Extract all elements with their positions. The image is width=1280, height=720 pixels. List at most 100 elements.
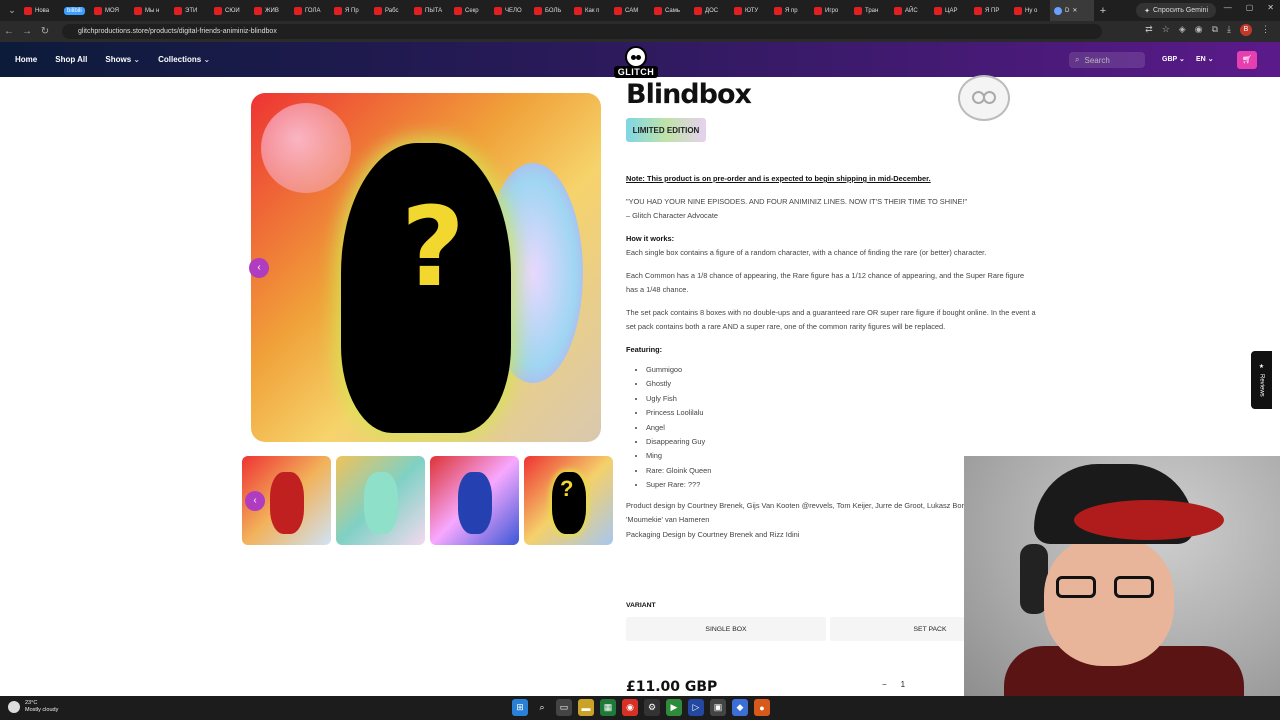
chrome-icon[interactable]: ◉ xyxy=(1195,24,1203,36)
browser-tab[interactable]: ЖИВ xyxy=(250,0,290,21)
browser-tab[interactable]: ЦАР xyxy=(930,0,970,21)
tab-favicon xyxy=(254,6,262,15)
download-icon[interactable]: ⤓ xyxy=(1227,24,1231,36)
image-prev-arrow[interactable]: ‹ xyxy=(249,258,269,278)
browser-tab[interactable]: Мы н xyxy=(130,0,170,21)
browser-tab[interactable]: Тран xyxy=(850,0,890,21)
chrome-taskbar-icon[interactable]: ◉ xyxy=(622,699,638,716)
weather-description: Mostly cloudy xyxy=(25,707,59,713)
tab-label: ЖИВ xyxy=(265,7,279,14)
currency-selector[interactable]: GBP ⌄ xyxy=(1162,55,1185,63)
browser-tab[interactable]: Самь xyxy=(650,0,690,21)
browser-tab[interactable]: bilibili xyxy=(60,0,90,21)
browser-tab[interactable]: ДОС xyxy=(690,0,730,21)
app-k-icon[interactable]: ▶ xyxy=(666,699,682,716)
browser-tab[interactable]: Я ПР xyxy=(970,0,1010,21)
quantity-value[interactable]: 1 xyxy=(901,680,905,689)
new-tab-icon[interactable]: + xyxy=(1094,5,1112,17)
tab-label: Мы н xyxy=(145,7,160,14)
browser-tab[interactable]: Ну о xyxy=(1010,0,1050,21)
tab-favicon xyxy=(894,6,902,15)
maximize-icon[interactable]: ▢ xyxy=(1246,3,1254,12)
browser-menu-icon[interactable]: ⋮ xyxy=(1261,24,1270,36)
browser-tab[interactable]: АЙС xyxy=(890,0,930,21)
browser-tab[interactable]: Рабс xyxy=(370,0,410,21)
file-explorer-icon[interactable]: ▬ xyxy=(578,699,594,716)
browser-tab[interactable]: СЮИ xyxy=(210,0,250,21)
gemini-icon: ✦ xyxy=(1144,7,1150,15)
browser-tab[interactable]: ЮТУ xyxy=(730,0,770,21)
spreadsheet-icon[interactable]: ▦ xyxy=(600,699,616,716)
app-d-icon[interactable]: ▷ xyxy=(688,699,704,716)
language-label: EN xyxy=(1196,56,1206,63)
nav-home[interactable]: Home xyxy=(15,55,37,64)
browser-tab[interactable]: Игро xyxy=(810,0,850,21)
tab-label: Тран xyxy=(865,7,879,14)
browser-tab[interactable]: ЭТИ xyxy=(170,0,210,21)
extensions-puzzle-icon[interactable]: ⧉ xyxy=(1212,24,1218,36)
close-window-icon[interactable]: ✕ xyxy=(1267,3,1274,12)
tab-favicon xyxy=(134,6,142,15)
list-item: Angel xyxy=(646,421,1036,435)
browser-tab[interactable]: Секр xyxy=(450,0,490,21)
weather-widget[interactable]: 23°C Mostly cloudy xyxy=(8,700,58,714)
browser-tab-active[interactable]: D ✕ xyxy=(1050,0,1094,21)
browser-tab[interactable]: Я Пр xyxy=(330,0,370,21)
tab-favicon xyxy=(654,6,662,15)
back-icon[interactable]: ← xyxy=(0,26,18,37)
app-orange-icon[interactable]: ● xyxy=(754,699,770,716)
address-bar-row: ← → ↻ glitchproductions.store/products/d… xyxy=(0,21,1280,42)
quantity-decrease-button[interactable]: − xyxy=(882,680,887,689)
nav-shows[interactable]: Shows xyxy=(105,55,140,64)
thumbnail-figure xyxy=(270,472,304,534)
browser-tab[interactable]: Как п xyxy=(570,0,610,21)
browser-tab[interactable]: Я пр xyxy=(770,0,810,21)
forward-icon[interactable]: → xyxy=(18,26,36,37)
chevron-down-icon: ⌄ xyxy=(1207,56,1214,63)
task-view-icon[interactable]: ▭ xyxy=(556,699,572,716)
thumbnail[interactable] xyxy=(336,456,425,545)
tab-menu-icon[interactable]: ⌄ xyxy=(4,5,20,16)
app-blue-icon[interactable]: ◆ xyxy=(732,699,748,716)
variant-single-box-button[interactable]: SINGLE BOX xyxy=(626,617,826,641)
cart-button[interactable]: 🛒︎ xyxy=(1237,51,1257,69)
tab-label: ЧЕЛО xyxy=(505,7,522,14)
bookmark-star-icon[interactable]: ☆ xyxy=(1162,24,1170,36)
minimize-icon[interactable]: — xyxy=(1224,3,1232,12)
thumbnail[interactable]: ? xyxy=(524,456,613,545)
list-item: Ugly Fish xyxy=(646,392,1036,406)
browser-tab[interactable]: ГОЛА xyxy=(290,0,330,21)
browser-tab[interactable]: БОЛЬ xyxy=(530,0,570,21)
url-field[interactable]: glitchproductions.store/products/digital… xyxy=(62,24,1102,39)
reviews-tab[interactable]: ★ Reviews xyxy=(1251,351,1272,409)
start-icon[interactable]: ⊞ xyxy=(512,699,528,716)
tab-label: Нова xyxy=(35,7,50,14)
tab-label: БОЛЬ xyxy=(545,7,562,14)
thumbnail[interactable] xyxy=(430,456,519,545)
language-selector[interactable]: EN ⌄ xyxy=(1196,55,1214,63)
translate-icon[interactable]: ⇄ xyxy=(1145,24,1153,36)
tab-favicon xyxy=(1054,6,1062,15)
gemini-button[interactable]: ✦ Спросить Gemini xyxy=(1136,3,1216,18)
app-terminal-icon[interactable]: ▣ xyxy=(710,699,726,716)
thumbnail-prev-arrow[interactable]: ‹ xyxy=(245,491,265,511)
thumbnail-question-mark: ? xyxy=(560,476,574,501)
search-taskbar-icon[interactable]: ⌕ xyxy=(534,699,550,716)
settings-icon[interactable]: ⚙ xyxy=(644,699,660,716)
browser-tab[interactable]: MOЯ xyxy=(90,0,130,21)
list-item: Gummigoo xyxy=(646,363,1036,377)
featuring-heading: Featuring: xyxy=(626,344,663,354)
reload-icon[interactable]: ↻ xyxy=(36,26,54,37)
browser-tab[interactable]: Нова xyxy=(20,0,60,21)
tab-favicon xyxy=(24,6,32,15)
nav-collections[interactable]: Collections xyxy=(158,55,210,64)
profile-avatar[interactable]: В xyxy=(1240,24,1252,36)
close-tab-icon[interactable]: ✕ xyxy=(1072,7,1077,14)
browser-tab[interactable]: ЧЕЛО xyxy=(490,0,530,21)
browser-tab[interactable]: ПЫТА xyxy=(410,0,450,21)
browser-tab[interactable]: САМ xyxy=(610,0,650,21)
tab-label: Как п xyxy=(585,7,600,14)
extension-icon[interactable]: ◈ xyxy=(1179,24,1186,36)
nav-shop-all[interactable]: Shop All xyxy=(55,55,87,64)
search-input[interactable]: ⌕ Search xyxy=(1069,52,1145,68)
